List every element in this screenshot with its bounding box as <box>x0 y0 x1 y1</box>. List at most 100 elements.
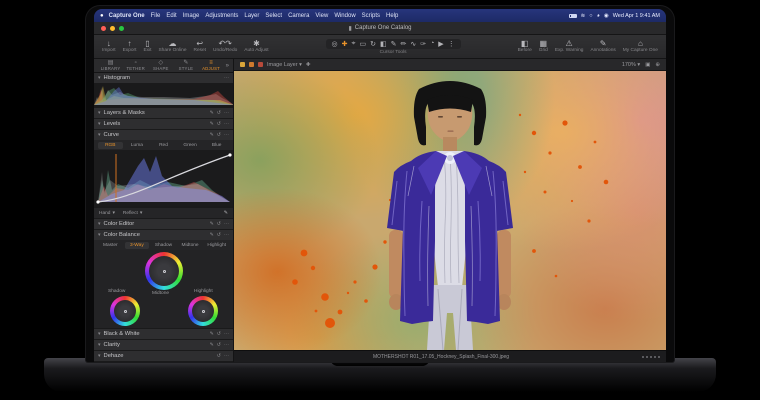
keystone-tool-icon[interactable]: ◧ <box>380 40 387 48</box>
more-options-icon[interactable]: ⋯ <box>224 221 229 227</box>
menu-capture-one[interactable]: Capture One <box>109 13 145 19</box>
photo-canvas[interactable] <box>234 71 666 350</box>
cb-tab-midtone[interactable]: Midtone <box>178 242 203 249</box>
auto-adjust-button[interactable]: ✱ Auto Adjust <box>244 39 268 54</box>
wheel-handle[interactable] <box>123 309 127 313</box>
share-online-button[interactable]: ☁ Share Online <box>158 39 186 54</box>
wheel-handle[interactable] <box>201 309 205 313</box>
color-tag-orange[interactable] <box>249 62 254 67</box>
erase-mask-tool-icon[interactable]: ∿ <box>410 40 416 48</box>
tab-adjust[interactable]: ≡ ADJUST <box>199 60 224 71</box>
menu-camera[interactable]: Camera <box>288 13 309 19</box>
more-options-icon[interactable]: ⋯ <box>224 232 229 238</box>
zoom-button[interactable] <box>119 26 124 31</box>
pan-tool-icon[interactable]: ◎ <box>332 40 338 48</box>
menu-adjustments[interactable]: Adjustments <box>205 13 238 19</box>
more-tabs-chevron-icon[interactable]: » <box>224 63 229 69</box>
zoom-level-dropdown[interactable]: 170% ▾ <box>622 62 640 68</box>
radial-mask-tool-icon[interactable]: ◔ <box>430 40 434 48</box>
apple-logo-icon[interactable]: ● <box>100 13 104 19</box>
rating-dots[interactable] <box>642 355 660 358</box>
menubar-clock[interactable]: Wed Apr 1 9:41 AM <box>613 13 660 19</box>
menu-select[interactable]: Select <box>265 13 282 19</box>
pick-tool-icon[interactable]: ⌖ <box>351 40 355 48</box>
brush-icon[interactable]: ✎ <box>210 221 214 227</box>
add-layer-icon[interactable]: ✚ <box>306 62 311 68</box>
exposure-warning-button[interactable]: ⚠ Exp. Warning <box>555 39 584 54</box>
shadow-color-wheel[interactable] <box>110 296 140 326</box>
curve-hand-dropdown[interactable]: Hand ▾ <box>99 211 115 216</box>
more-options-icon[interactable]: ⋯ <box>224 121 229 127</box>
siri-icon[interactable]: ◉ <box>604 13 609 19</box>
wheel-handle[interactable] <box>162 269 166 273</box>
tab-library[interactable]: ▤ LIBRARY <box>98 60 123 71</box>
tab-tether[interactable]: ▫ TETHER <box>123 60 148 71</box>
more-options-icon[interactable]: ⋯ <box>224 353 229 359</box>
curve-tab-luma[interactable]: Luma <box>125 142 150 149</box>
curve-reflect-dropdown[interactable]: Reflect ▾ <box>123 211 142 216</box>
more-options-icon[interactable]: ⋯ <box>224 331 229 337</box>
gradient-mask-tool-icon[interactable]: ✑ <box>420 40 426 48</box>
reset-icon[interactable]: ↺ <box>217 232 221 238</box>
menu-layer[interactable]: Layer <box>244 13 259 19</box>
curve-tab-red[interactable]: Red <box>151 142 176 149</box>
curve-chart[interactable] <box>94 150 233 208</box>
rotate-tool-icon[interactable]: ↻ <box>370 40 376 48</box>
fit-screen-icon[interactable]: ▣ <box>645 62 650 68</box>
more-options-icon[interactable]: ⋯ <box>224 132 229 138</box>
draw-mask-tool-icon[interactable]: ✏ <box>400 40 406 48</box>
curve-tab-rgb[interactable]: RGB <box>98 141 123 149</box>
spot-tool-icon[interactable]: ✎ <box>391 40 397 48</box>
color-tag-yellow[interactable] <box>240 62 245 67</box>
reset-icon[interactable]: ↺ <box>217 342 221 348</box>
more-options-icon[interactable]: ⋯ <box>224 75 229 81</box>
crop-tool-icon[interactable]: ▭ <box>359 40 366 48</box>
menu-view[interactable]: View <box>315 13 328 19</box>
menu-help[interactable]: Help <box>386 13 398 19</box>
more-options-icon[interactable]: ⋯ <box>224 110 229 116</box>
menu-window[interactable]: Window <box>334 13 355 19</box>
reset-button[interactable]: ↩ Reset <box>193 39 206 54</box>
tab-style[interactable]: ✎ STYLE <box>173 60 198 71</box>
menu-edit[interactable]: Edit <box>166 13 176 19</box>
brush-icon[interactable]: ✎ <box>210 331 214 337</box>
black-white-header[interactable]: ▾ Black & White ✎ ↺ ⋯ <box>94 329 233 339</box>
brush-icon[interactable]: ✎ <box>210 232 214 238</box>
color-tag-red[interactable] <box>258 62 263 67</box>
annotations-button[interactable]: ✎ Annotations <box>590 39 615 54</box>
curve-tab-blue[interactable]: Blue <box>204 142 229 149</box>
curve-header[interactable]: ▾ Curve ✎ ↺ ⋯ <box>94 130 233 140</box>
select-tool-icon[interactable]: ✚ <box>342 40 348 48</box>
battery-icon[interactable] <box>568 13 577 18</box>
grid-button[interactable]: ▦ Grid <box>539 39 548 54</box>
layer-dropdown[interactable]: Image Layer ▾ <box>267 62 302 68</box>
brush-icon[interactable]: ✎ <box>210 121 214 127</box>
reset-icon[interactable]: ↺ <box>217 221 221 227</box>
cb-tab-master[interactable]: Master <box>98 242 123 249</box>
minimize-button[interactable] <box>110 26 115 31</box>
reset-icon[interactable]: ↺ <box>217 132 221 138</box>
loupe-icon[interactable]: ⊕ <box>655 62 660 68</box>
clarity-header[interactable]: ▾ Clarity ✎ ↺ ⋯ <box>94 340 233 350</box>
wifi-icon[interactable]: ≋ <box>581 13 586 19</box>
menu-image[interactable]: Image <box>183 13 200 19</box>
cb-tab-highlight[interactable]: Highlight <box>204 242 229 249</box>
close-button[interactable] <box>101 26 106 31</box>
layers-masks-header[interactable]: ▾ Layers & Masks ✎ ↺ ⋯ <box>94 108 233 118</box>
my-capture-one-button[interactable]: ⌂ My Capture One <box>623 39 658 54</box>
color-editor-header[interactable]: ▾ Color Editor ✎ ↺ ⋯ <box>94 219 233 229</box>
curve-picker-icon[interactable]: ✎ <box>224 210 228 216</box>
histogram-header[interactable]: ▾ Histogram ⋯ <box>94 73 233 83</box>
cb-tab-shadow[interactable]: Shadow <box>151 242 176 249</box>
dehaze-header[interactable]: ▾ Dehaze ↺ ⋯ <box>94 351 233 361</box>
undo-redo-button[interactable]: ↶↷ Undo/Redo <box>213 39 237 54</box>
more-tools-icon[interactable]: ⋮ <box>448 40 455 48</box>
curve-tab-green[interactable]: Green <box>178 142 203 149</box>
reset-icon[interactable]: ↺ <box>217 121 221 127</box>
tab-shape[interactable]: ◇ SHAPE <box>148 60 173 71</box>
levels-header[interactable]: ▾ Levels ✎ ↺ ⋯ <box>94 119 233 129</box>
exit-button[interactable]: ▯ Exit <box>143 39 151 54</box>
brush-icon[interactable]: ✎ <box>210 342 214 348</box>
before-after-button[interactable]: ◧ Before <box>518 39 532 54</box>
more-options-icon[interactable]: ⋯ <box>224 342 229 348</box>
